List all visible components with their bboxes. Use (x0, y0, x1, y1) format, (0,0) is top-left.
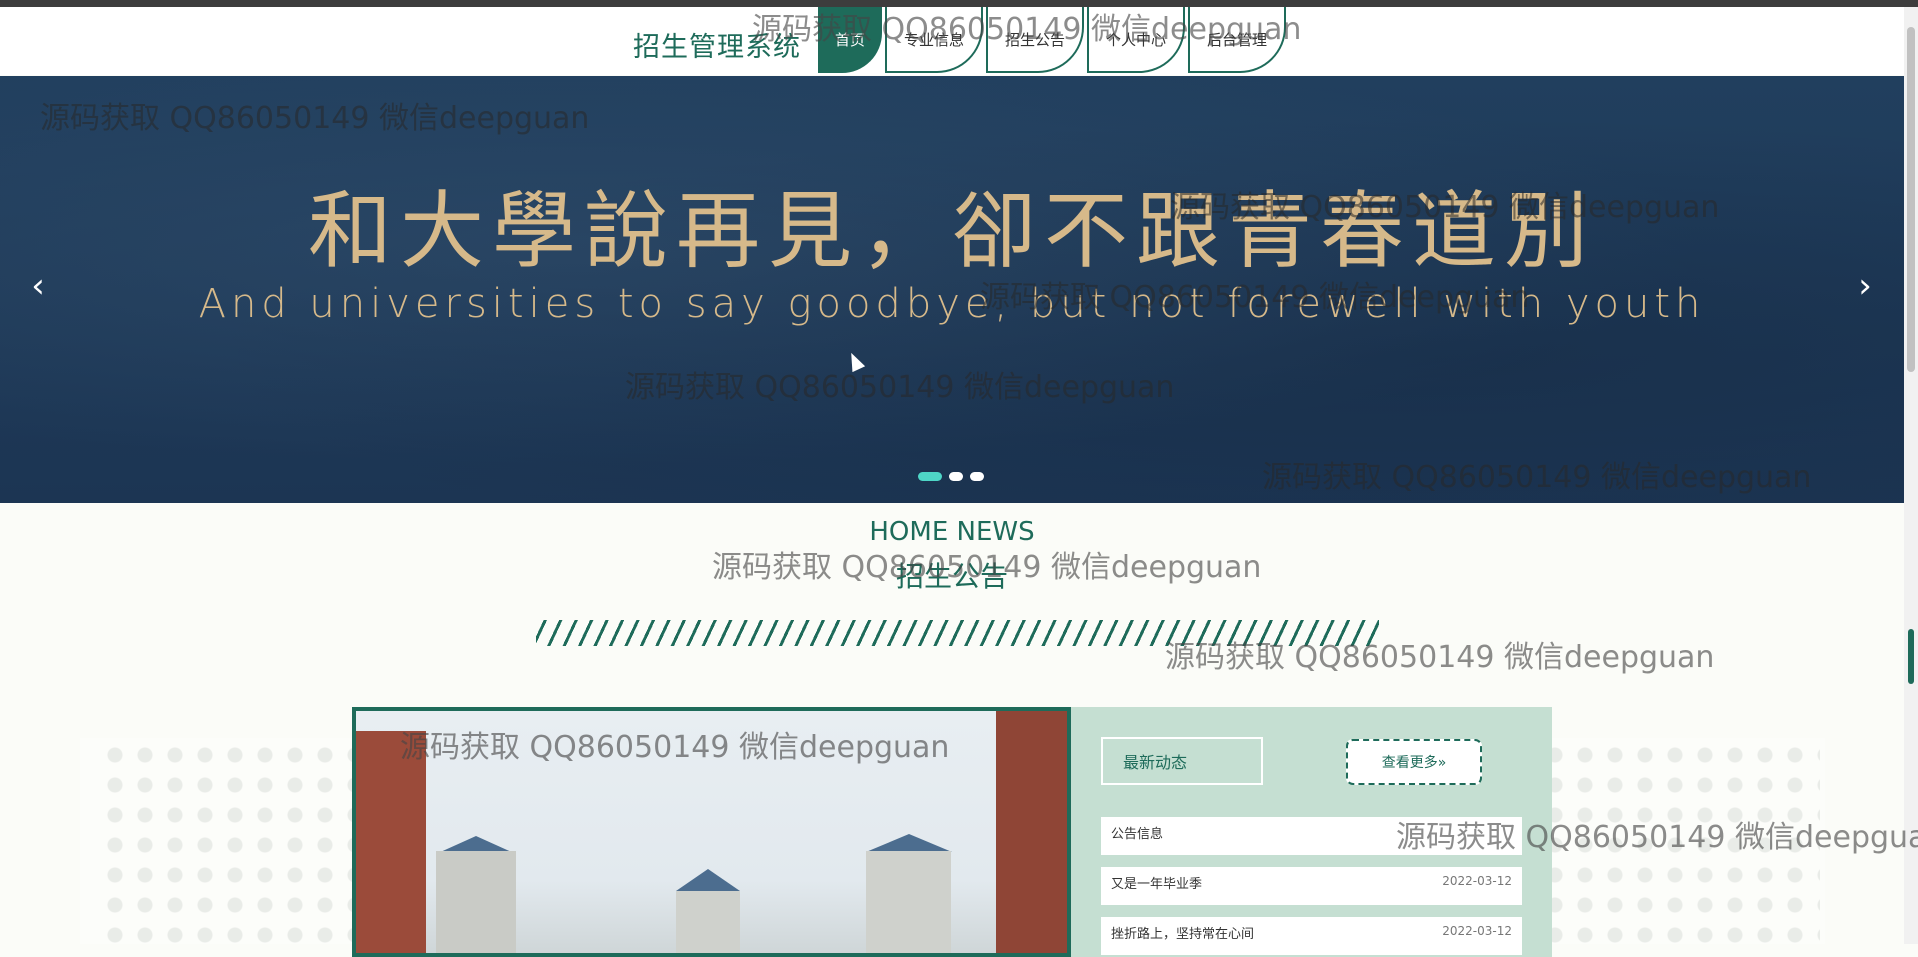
scroll-position-marker (1908, 629, 1914, 684)
news-list-item[interactable]: 又是一年毕业季 2022-03-12 (1101, 867, 1522, 905)
news-panel: 最新动态 查看更多» 公告信息 又是一年毕业季 2022-03-12 挫折路上，… (1071, 707, 1552, 957)
building-shape (866, 851, 951, 953)
nav-admin[interactable]: 后台管理 (1188, 7, 1286, 73)
carousel-prev-icon[interactable]: ‹ (18, 261, 58, 311)
section-title-en: HOME NEWS (869, 517, 1035, 547)
roof-shape (676, 869, 740, 891)
news-campus-image[interactable] (352, 707, 1071, 957)
carousel-indicators (918, 472, 984, 481)
news-item-title: 公告信息 (1111, 827, 1164, 842)
browser-top-strip (0, 0, 1918, 7)
news-item-date: 2022-03-12 (1442, 874, 1512, 888)
news-item-title: 又是一年毕业季 (1111, 877, 1203, 892)
page-scrollbar[interactable] (1904, 7, 1918, 944)
nav-home[interactable]: 首页 (818, 7, 882, 73)
carousel-dot-3[interactable] (970, 472, 984, 481)
main-nav: 首页 专业信息 招生公告 个人中心 后台管理 (818, 7, 1289, 75)
nav-admission-notice[interactable]: 招生公告 (986, 7, 1084, 73)
building-shape (996, 711, 1067, 953)
section-divider (536, 620, 1379, 646)
latest-news-tab[interactable]: 最新动态 (1101, 737, 1263, 785)
site-brand[interactable]: 招生管理系统 (633, 25, 801, 64)
building-shape (676, 891, 740, 953)
building-shape (436, 851, 516, 953)
news-item-date: 2022-03-12 (1442, 924, 1512, 938)
carousel-dot-2[interactable] (949, 472, 963, 481)
nav-personal-center[interactable]: 个人中心 (1087, 7, 1185, 73)
carousel-dot-1[interactable] (918, 472, 942, 481)
scrollbar-thumb[interactable] (1907, 27, 1915, 372)
news-list-item[interactable]: 公告信息 (1101, 817, 1522, 855)
banner-carousel[interactable]: 和大學說再見，卻不跟青春道別 And universities to say g… (0, 76, 1904, 503)
nav-major-info[interactable]: 专业信息 (885, 7, 983, 73)
building-shape (356, 731, 426, 953)
section-title-zh: 招生公告 (895, 560, 1008, 593)
news-list-item[interactable]: 挫折路上，坚持常在心间 2022-03-12 (1101, 917, 1522, 955)
site-header: 招生管理系统 首页 专业信息 招生公告 个人中心 后台管理 (0, 7, 1904, 75)
roof-shape (866, 834, 952, 852)
news-item-title: 挫折路上，坚持常在心间 (1111, 927, 1255, 942)
banner-title-en: And universities to say goodbye, but not… (198, 281, 1706, 327)
view-more-button[interactable]: 查看更多» (1346, 739, 1482, 785)
carousel-next-icon[interactable]: › (1845, 261, 1885, 311)
banner-title-zh: 和大學說再見，卻不跟青春道別 (307, 182, 1596, 280)
